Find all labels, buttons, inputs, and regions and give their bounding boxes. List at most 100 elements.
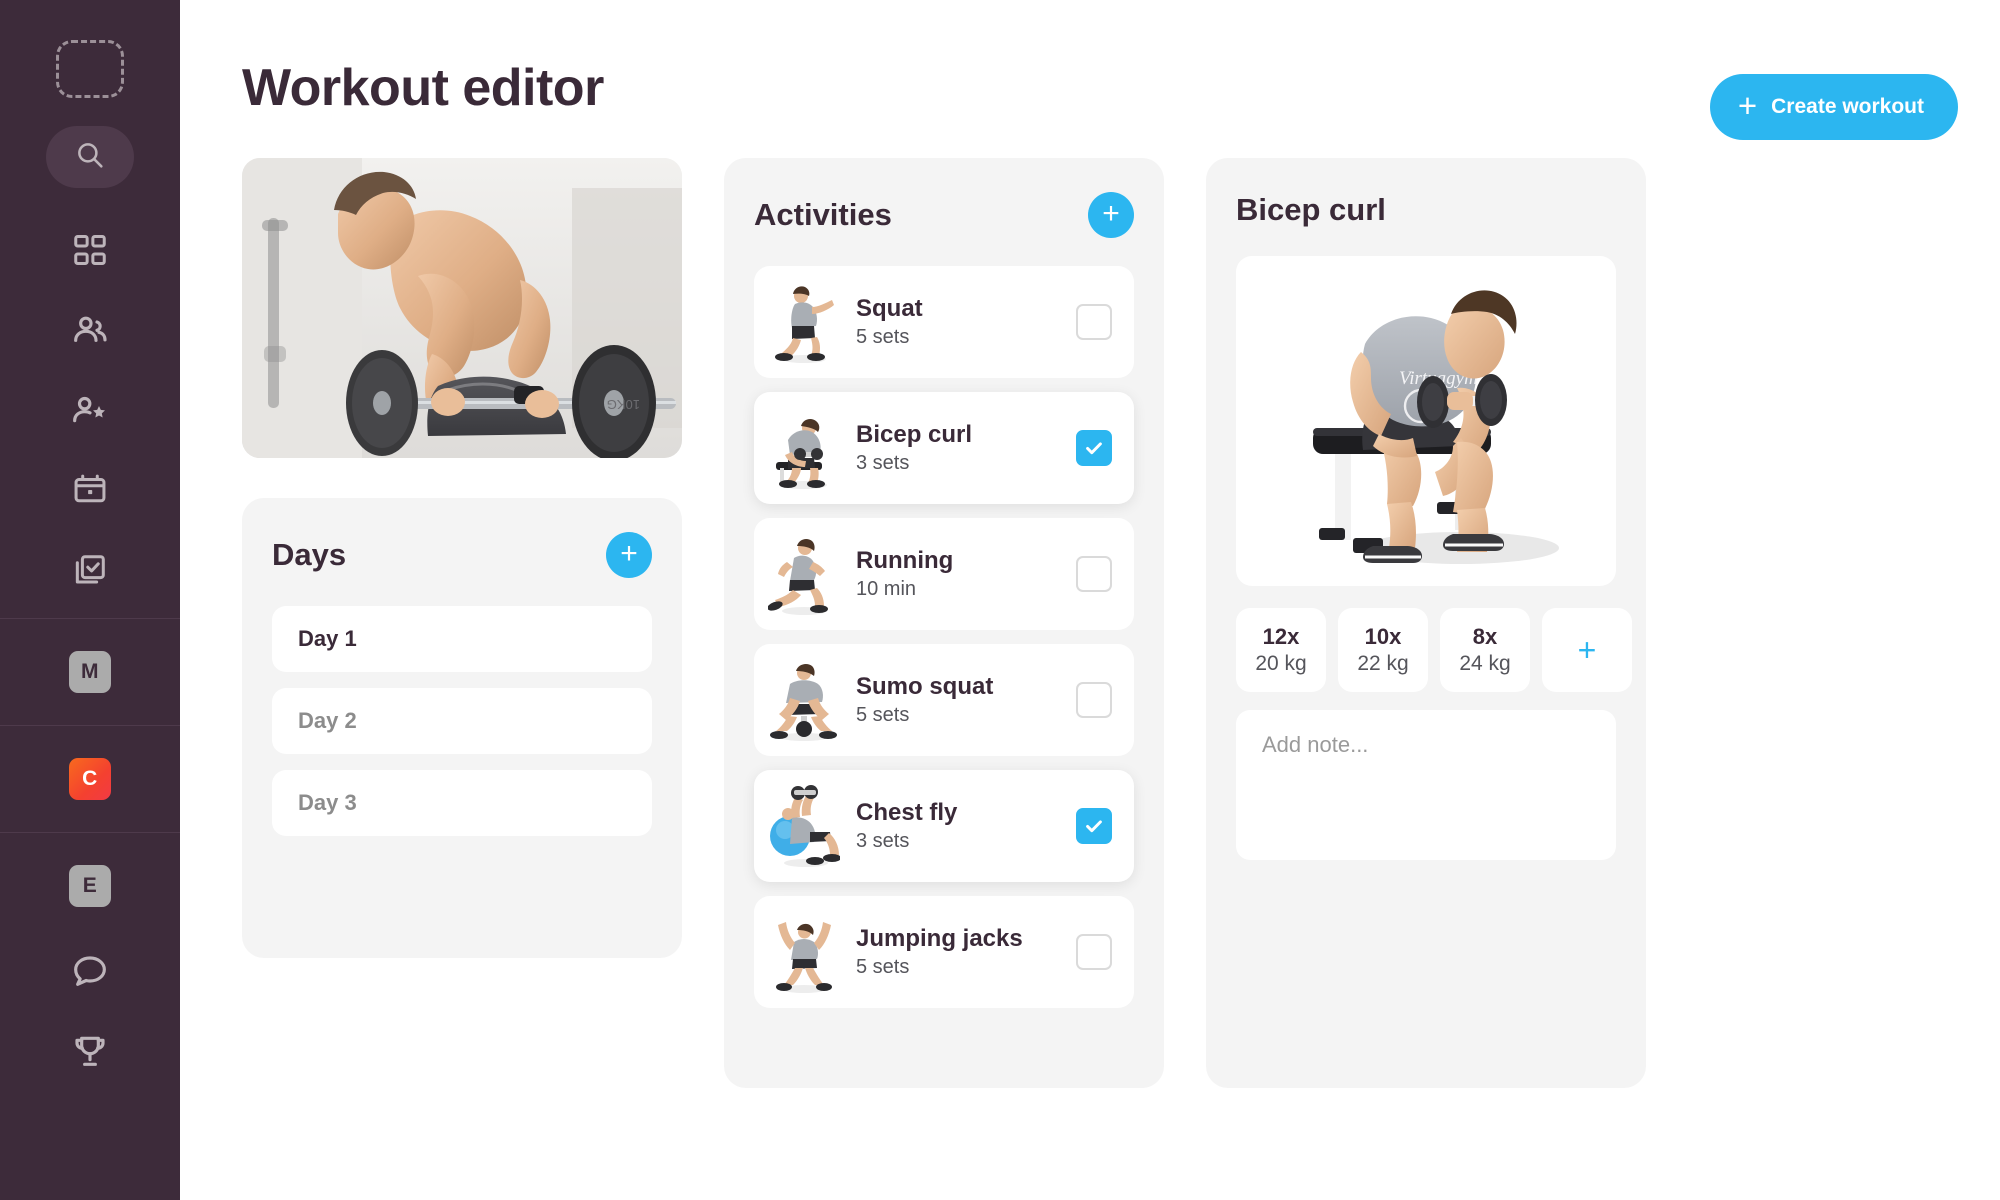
svg-text:10KG: 10KG <box>607 397 640 412</box>
days-title: Days <box>272 537 347 572</box>
sidebar-item-achievements[interactable] <box>46 1011 134 1091</box>
activity-row-jumping-jacks[interactable]: Jumping jacks 5 sets <box>754 896 1134 1008</box>
activity-row-running[interactable]: Running 10 min <box>754 518 1134 630</box>
running-figure-icon <box>768 532 840 616</box>
day-item-1[interactable]: Day 1 <box>272 606 652 672</box>
activity-checkbox[interactable] <box>1076 934 1112 970</box>
workout-hero-photo: 10KG <box>242 158 682 458</box>
set-weight: 20 kg <box>1255 651 1307 675</box>
check-icon <box>1086 442 1102 455</box>
activity-name: Jumping jacks <box>856 924 1023 952</box>
tasks-check-icon <box>71 551 109 589</box>
activity-name: Squat <box>856 294 923 322</box>
squat-figure-icon <box>768 280 840 364</box>
note-input[interactable]: Add note... <box>1236 710 1616 860</box>
day-label: Day 1 <box>298 626 357 651</box>
activity-row-bicep-curl[interactable]: Bicep curl 3 sets <box>754 392 1134 504</box>
day-label: Day 2 <box>298 708 357 733</box>
sidebar-item-messages[interactable]: M <box>69 627 111 717</box>
activity-checkbox[interactable] <box>1076 430 1112 466</box>
sumo-squat-figure-icon <box>768 658 840 742</box>
calendar-icon <box>71 471 109 509</box>
sidebar-item-members[interactable] <box>46 290 134 370</box>
activities-panel: Activities + Squat 5 sets Bicep curl 3 s… <box>724 158 1164 1088</box>
create-workout-label: Create workout <box>1771 95 1924 118</box>
club-badge: C <box>69 758 111 800</box>
activity-row-sumo-squat[interactable]: Sumo squat 5 sets <box>754 644 1134 756</box>
sidebar-item-events[interactable]: E <box>69 841 111 931</box>
activity-text: Running 10 min <box>856 547 1076 602</box>
sidebar-item-schedule[interactable] <box>46 450 134 530</box>
day-label: Day 3 <box>298 790 357 815</box>
sidebar: M C E <box>0 0 180 1200</box>
exercise-title: Bicep curl <box>1236 192 1386 227</box>
main-content: Workout editor + Create workout 10KG Day… <box>180 0 2000 1200</box>
middle-column: Activities + Squat 5 sets Bicep curl 3 s… <box>724 158 1164 1088</box>
activity-name: Bicep curl <box>856 420 973 448</box>
activity-row-chest-fly[interactable]: Chest fly 3 sets <box>754 770 1134 882</box>
check-icon <box>1086 820 1102 833</box>
left-column: 10KG Days + Day 1 Day 2 Day 3 <box>242 158 682 958</box>
search-button[interactable] <box>46 126 134 188</box>
exercise-illustration: Virtuagym <box>1236 256 1616 586</box>
sidebar-item-chat[interactable] <box>46 931 134 1011</box>
chest-fly-figure-icon <box>768 784 840 868</box>
activities-title: Activities <box>754 197 892 232</box>
activity-meta: 5 sets <box>856 326 910 349</box>
day-item-2[interactable]: Day 2 <box>272 688 652 754</box>
plus-icon: + <box>1577 631 1597 668</box>
sidebar-item-dashboard[interactable] <box>46 210 134 290</box>
logo-placeholder-icon <box>56 40 124 98</box>
jumping-jacks-figure-icon <box>768 910 840 994</box>
events-badge: E <box>69 865 111 907</box>
set-chip-3[interactable]: 8x 24 kg <box>1440 608 1530 692</box>
exercise-detail-panel: Bicep curl 12x 20 kg 10x 22 kg 8x 24 kg … <box>1206 158 1646 1088</box>
activity-text: Bicep curl 3 sets <box>856 421 1076 476</box>
activity-meta: 3 sets <box>856 830 910 853</box>
sidebar-divider <box>0 618 180 619</box>
plus-icon: + <box>1737 87 1758 124</box>
trophy-icon <box>70 1031 110 1071</box>
note-placeholder: Add note... <box>1262 732 1369 757</box>
activity-text: Sumo squat 5 sets <box>856 673 1076 728</box>
activity-checkbox[interactable] <box>1076 556 1112 592</box>
activity-text: Jumping jacks 5 sets <box>856 925 1076 980</box>
set-weight: 24 kg <box>1459 651 1511 675</box>
editor-columns: 10KG Days + Day 1 Day 2 Day 3 Activities… <box>180 140 2000 1088</box>
activities-panel-header: Activities + <box>754 192 1134 238</box>
chat-icon <box>70 951 110 991</box>
sidebar-item-club[interactable]: C <box>69 734 111 824</box>
activity-text: Squat 5 sets <box>856 295 1076 350</box>
activity-name: Running <box>856 546 954 574</box>
create-workout-button[interactable]: + Create workout <box>1709 74 1958 140</box>
plus-icon: + <box>1102 196 1120 230</box>
sidebar-divider <box>0 832 180 833</box>
add-set-button[interactable]: + <box>1542 608 1632 692</box>
set-chip-1[interactable]: 12x 20 kg <box>1236 608 1326 692</box>
sidebar-item-tasks[interactable] <box>46 530 134 610</box>
plus-icon: + <box>620 536 638 570</box>
day-item-3[interactable]: Day 3 <box>272 770 652 836</box>
members-icon <box>70 310 110 350</box>
search-icon <box>73 138 107 177</box>
detail-panel-header: Bicep curl <box>1236 192 1616 228</box>
set-chip-2[interactable]: 10x 22 kg <box>1338 608 1428 692</box>
sidebar-item-coaching[interactable] <box>46 370 134 450</box>
right-column: Bicep curl 12x 20 kg 10x 22 kg 8x 24 kg … <box>1206 158 1646 1088</box>
sets-row: 12x 20 kg 10x 22 kg 8x 24 kg + <box>1236 608 1632 692</box>
activity-row-squat[interactable]: Squat 5 sets <box>754 266 1134 378</box>
activity-meta: 5 sets <box>856 956 910 979</box>
activity-checkbox[interactable] <box>1076 682 1112 718</box>
sidebar-divider <box>0 725 180 726</box>
days-panel-header: Days + <box>272 532 652 578</box>
add-activity-button[interactable]: + <box>1088 192 1134 238</box>
add-day-button[interactable]: + <box>606 532 652 578</box>
activity-checkbox[interactable] <box>1076 304 1112 340</box>
dashboard-icon <box>71 231 109 269</box>
messages-badge: M <box>69 651 111 693</box>
activity-name: Sumo squat <box>856 672 994 700</box>
set-reps: 12x <box>1262 624 1300 650</box>
set-reps: 10x <box>1364 624 1402 650</box>
activity-meta: 3 sets <box>856 452 910 475</box>
activity-checkbox[interactable] <box>1076 808 1112 844</box>
